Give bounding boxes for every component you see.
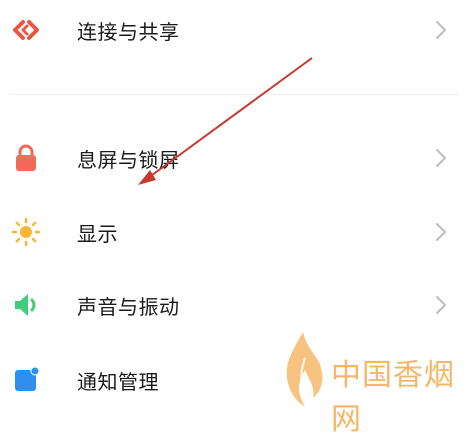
settings-item-label: 显示	[77, 221, 118, 246]
connection-share-icon	[13, 20, 39, 40]
section-divider	[10, 94, 459, 95]
settings-item-label: 声音与振动	[77, 294, 180, 319]
settings-item-screen-lock[interactable]: 息屏与锁屏	[0, 128, 469, 188]
sun-icon	[11, 217, 41, 247]
chevron-right-icon	[436, 149, 446, 167]
settings-item-label: 息屏与锁屏	[77, 147, 180, 172]
settings-item-display[interactable]: 显示	[0, 202, 469, 262]
settings-item-notifications[interactable]: 通知管理	[0, 350, 469, 410]
settings-item-sound-vibration[interactable]: 声音与振动	[0, 275, 469, 335]
chevron-right-icon	[436, 296, 446, 314]
chevron-right-icon	[436, 223, 446, 241]
speaker-icon	[15, 294, 36, 316]
settings-item-connection-share[interactable]: 连接与共享	[0, 0, 469, 60]
settings-item-label: 连接与共享	[77, 19, 180, 44]
notification-icon	[15, 366, 40, 391]
lock-icon	[16, 144, 36, 171]
chevron-right-icon	[436, 21, 446, 39]
settings-item-label: 通知管理	[77, 369, 159, 394]
